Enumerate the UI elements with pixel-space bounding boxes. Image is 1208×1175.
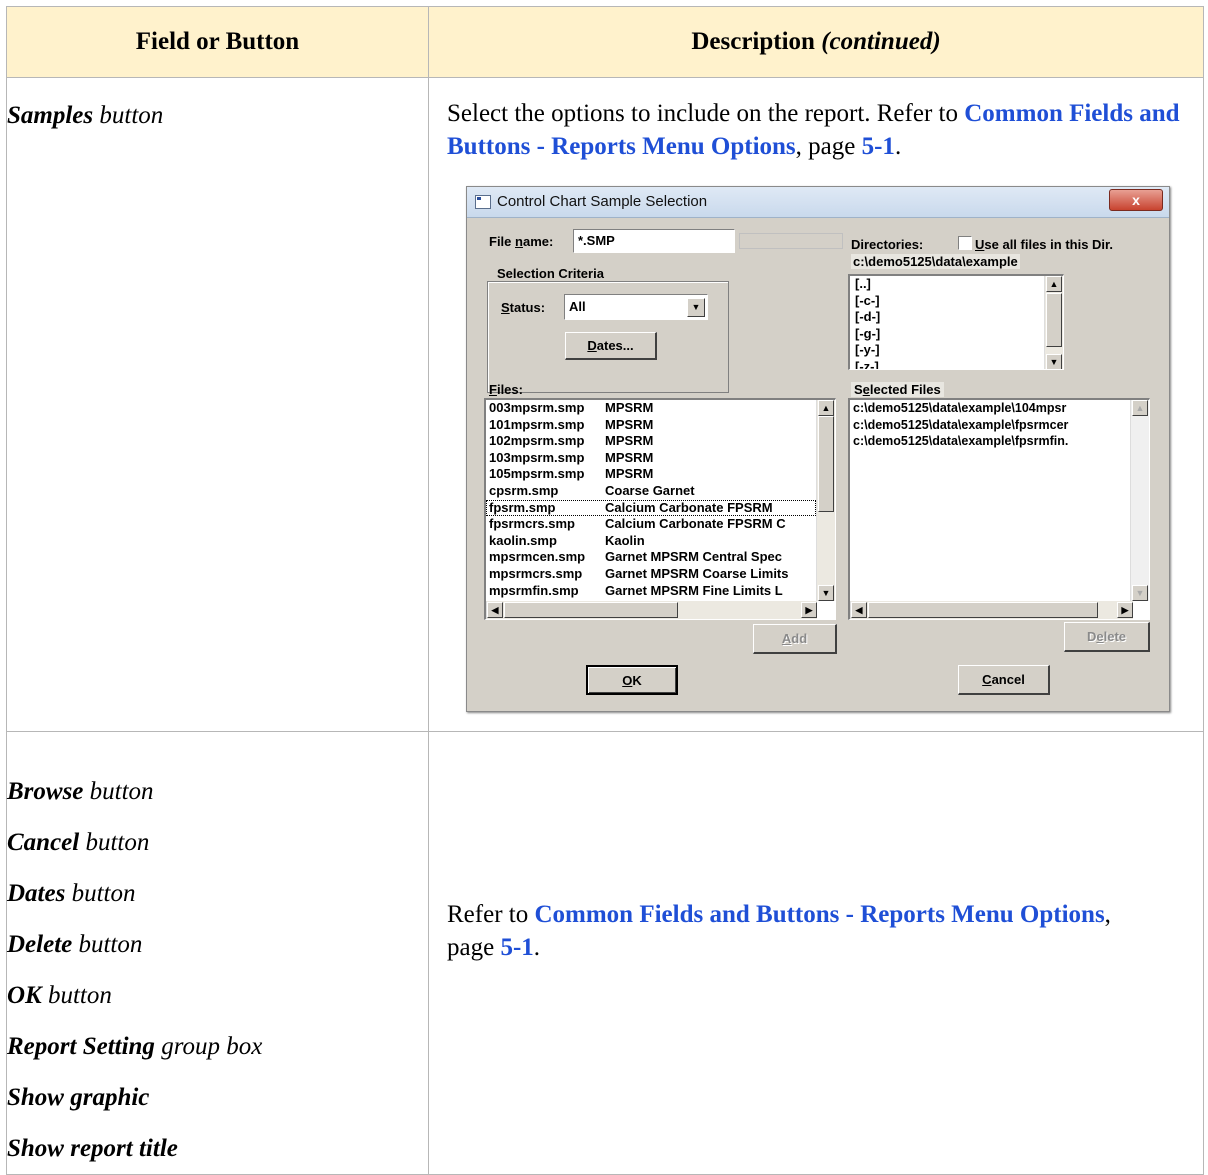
- selected-file-row[interactable]: c:\demo5125\data\example\fpsrmfin.: [850, 433, 1132, 450]
- file-name-input[interactable]: *.SMP: [573, 229, 735, 253]
- list-item[interactable]: [-y-]: [852, 342, 1063, 359]
- field-delete: Delete button: [7, 931, 143, 958]
- file-row[interactable]: 105mpsrm.smp MPSRM: [486, 466, 816, 483]
- field-cancel: Cancel button: [7, 829, 150, 856]
- file-row[interactable]: mpsrmcen.smp Garnet MPSRM Central Spec: [486, 549, 816, 566]
- dialog-titlebar: Control Chart Sample Selection x: [467, 187, 1169, 218]
- field-samples-button: Samples button: [6, 77, 429, 732]
- scroll-left-icon[interactable]: ◀: [487, 602, 503, 618]
- use-all-files-label: Use all files in this Dir.: [975, 237, 1113, 252]
- file-row[interactable]: kaolin.smp Kaolin: [486, 533, 816, 550]
- list-item[interactable]: [-d-]: [852, 309, 1063, 326]
- scroll-left-icon[interactable]: ◀: [851, 602, 867, 618]
- header-field-or-button: Field or Button: [6, 6, 429, 78]
- field-show-graphic: Show graphic: [7, 1084, 150, 1111]
- scroll-right-icon[interactable]: ▶: [1117, 602, 1133, 618]
- scroll-down-icon[interactable]: ▼: [1132, 585, 1148, 601]
- list-item[interactable]: [..]: [852, 276, 1063, 293]
- selection-criteria-caption: Selection Criteria: [494, 266, 607, 281]
- add-button[interactable]: Add: [753, 624, 837, 654]
- directories-list[interactable]: [..] [-c-] [-d-] [-g-] [-y-] [-z-] ▲ ▼: [848, 274, 1064, 370]
- selected-file-row[interactable]: c:\demo5125\data\example\fpsrmcer: [850, 417, 1132, 434]
- link-page-ref-2[interactable]: 5-1: [500, 934, 533, 961]
- list-item[interactable]: [-g-]: [852, 326, 1063, 343]
- file-row[interactable]: cpsrm.smp Coarse Garnet: [486, 483, 816, 500]
- scroll-thumb[interactable]: [504, 602, 678, 618]
- field-report-setting: Report Setting group box: [7, 1033, 263, 1060]
- files-label: Files:: [489, 382, 523, 397]
- link-page-ref[interactable]: 5-1: [862, 133, 895, 160]
- file-row[interactable]: fpsrmcrs.smp Calcium Carbonate FPSRM C: [486, 516, 816, 533]
- files-list[interactable]: 003mpsrm.smp MPSRM 101mpsrm.smp MPSRM 102m…: [484, 398, 836, 620]
- scroll-thumb[interactable]: [818, 416, 834, 512]
- field-ok: OK button: [7, 982, 112, 1009]
- header-description: Description (continued): [428, 6, 1204, 78]
- file-name-status: [739, 233, 843, 249]
- selected-vscrollbar[interactable]: ▲ ▼: [1130, 400, 1149, 601]
- list-item[interactable]: [-c-]: [852, 293, 1063, 310]
- field-list: Browse button Cancel button Dates button…: [6, 731, 429, 1175]
- link-common-fields-2[interactable]: Common Fields and Buttons - Reports Menu…: [534, 901, 1104, 928]
- dialog-title: Control Chart Sample Selection: [497, 193, 708, 210]
- list-item[interactable]: [-z-]: [852, 359, 1063, 369]
- sample-selection-dialog: Control Chart Sample Selection x File na…: [466, 186, 1170, 712]
- cancel-button[interactable]: Cancel: [958, 665, 1050, 695]
- selected-hscrollbar[interactable]: ◀ ▶: [850, 601, 1133, 619]
- files-hscrollbar[interactable]: ◀ ▶: [486, 601, 817, 619]
- file-row[interactable]: mpsrmcrs.smp Garnet MPSRM Coarse Limits: [486, 566, 816, 583]
- files-vscrollbar[interactable]: ▲ ▼: [816, 400, 835, 601]
- field-show-report-title: Show report title: [7, 1135, 178, 1162]
- file-row-focused[interactable]: fpsrm.smp Calcium Carbonate FPSRM: [486, 499, 816, 517]
- delete-button[interactable]: Delete: [1064, 622, 1150, 652]
- scroll-up-icon[interactable]: ▲: [1132, 400, 1148, 416]
- window-icon: [475, 195, 491, 209]
- chevron-down-icon[interactable]: ▼: [687, 298, 705, 317]
- current-directory: c:\demo5125\data\example: [851, 254, 1020, 269]
- scroll-up-icon[interactable]: ▲: [818, 400, 834, 416]
- selected-file-row[interactable]: c:\demo5125\data\example\104mpsr: [850, 400, 1132, 417]
- field-dates: Dates button: [7, 880, 136, 907]
- field-browse: Browse button: [7, 778, 154, 805]
- close-button[interactable]: x: [1109, 189, 1163, 211]
- dates-button[interactable]: Dates...: [565, 332, 657, 360]
- directories-label: Directories:: [851, 237, 924, 252]
- status-label: Status:: [501, 300, 546, 315]
- file-name-label: File name:: [489, 234, 554, 249]
- scroll-down-icon[interactable]: ▼: [1046, 354, 1062, 369]
- file-row[interactable]: 102mpsrm.smp MPSRM: [486, 433, 816, 450]
- selected-files-list[interactable]: c:\demo5125\data\example\104mpsr c:\demo…: [848, 398, 1150, 620]
- scroll-down-icon[interactable]: ▼: [818, 585, 834, 601]
- file-row[interactable]: 103mpsrm.smp MPSRM: [486, 450, 816, 467]
- scroll-thumb[interactable]: [868, 602, 1098, 618]
- selected-files-label: Selected Files: [851, 382, 944, 397]
- file-row[interactable]: mpsrmfin.smp Garnet MPSRM Fine Limits L: [486, 583, 816, 600]
- scroll-right-icon[interactable]: ▶: [801, 602, 817, 618]
- file-row[interactable]: 101mpsrm.smp MPSRM: [486, 417, 816, 434]
- status-select[interactable]: All ▼: [564, 294, 708, 320]
- ok-button[interactable]: OK: [586, 665, 678, 695]
- use-all-files-checkbox[interactable]: [958, 236, 972, 250]
- directories-scrollbar[interactable]: ▲ ▼: [1044, 276, 1063, 369]
- scroll-thumb[interactable]: [1046, 293, 1062, 347]
- scroll-up-icon[interactable]: ▲: [1046, 276, 1062, 292]
- status-value: All: [569, 299, 586, 314]
- file-row[interactable]: 003mpsrm.smp MPSRM: [486, 400, 816, 417]
- desc-common: Refer to Common Fields and Buttons - Rep…: [428, 731, 1204, 1175]
